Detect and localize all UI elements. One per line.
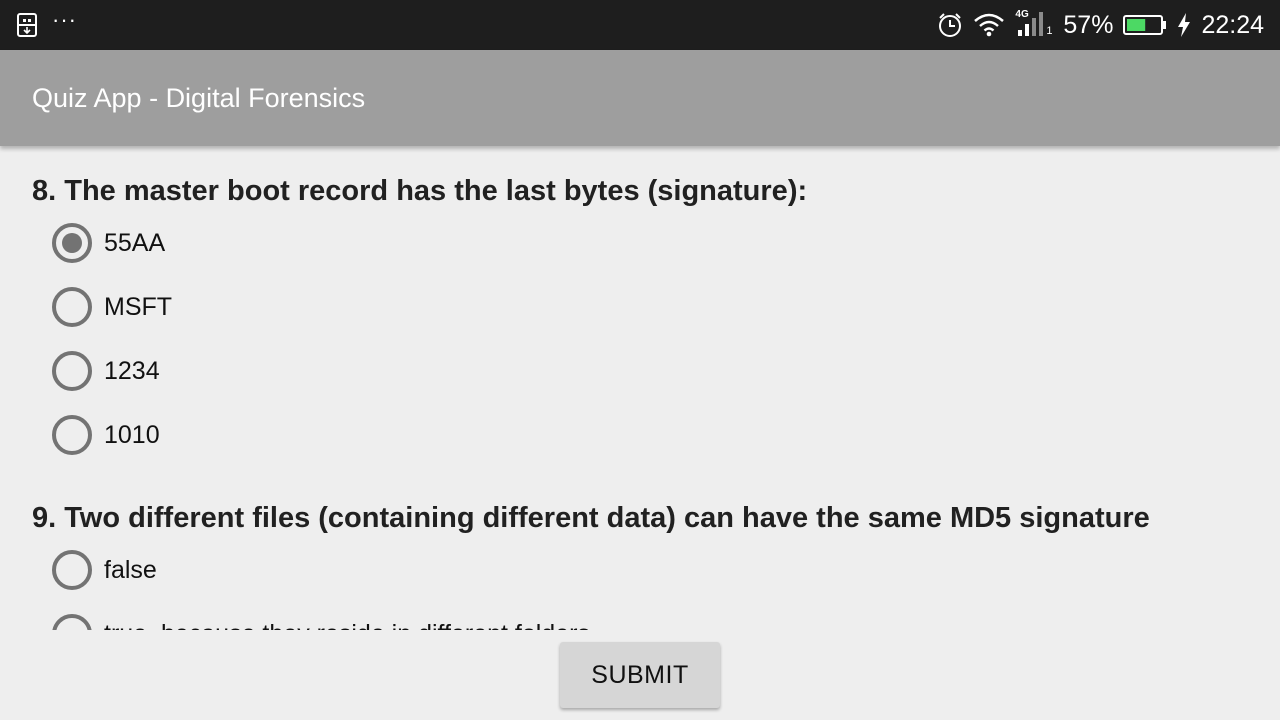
radio-button[interactable]: [52, 614, 92, 630]
clock: 22:24: [1201, 10, 1264, 39]
app-title: Quiz App - Digital Forensics: [32, 82, 366, 113]
wifi-icon: [973, 12, 1005, 38]
question-9-option-1[interactable]: false: [52, 550, 157, 590]
battery-icon: [1123, 14, 1167, 36]
radio-button[interactable]: [52, 550, 92, 590]
sim-index-label: 1: [1046, 25, 1053, 37]
alarm-icon: [937, 12, 963, 38]
question-8-option-1[interactable]: 55AA: [52, 223, 165, 263]
signal-4g-icon: 4G 1: [1015, 9, 1053, 40]
more-notifications-icon: ···: [52, 7, 77, 32]
option-label: 1234: [104, 356, 160, 385]
option-label: 1010: [104, 420, 160, 449]
question-8-option-4[interactable]: 1010: [52, 415, 160, 455]
charging-icon: [1177, 13, 1191, 37]
battery-percent: 57%: [1063, 10, 1114, 39]
status-bar-right: 4G 1 57% 22:24: [937, 9, 1264, 40]
radio-button[interactable]: [52, 351, 92, 391]
radio-button[interactable]: [52, 415, 92, 455]
question-8-text: 8. The master boot record has the last b…: [32, 175, 808, 207]
question-9-option-2[interactable]: true, because they reside in different f…: [52, 614, 590, 630]
question-9-text: 9. Two different files (containing diffe…: [32, 502, 1150, 534]
radio-button[interactable]: [52, 223, 92, 263]
question-8-option-3[interactable]: 1234: [52, 351, 160, 391]
status-bar: ··· 4G 1 57% 22:24: [0, 0, 1280, 50]
question-8-option-2[interactable]: MSFT: [52, 287, 172, 327]
status-bar-left: ···: [16, 7, 77, 38]
option-label: 55AA: [104, 228, 166, 257]
option-label: false: [104, 555, 157, 584]
app-bar: Quiz App - Digital Forensics: [0, 50, 1280, 146]
radio-button[interactable]: [52, 287, 92, 327]
option-label: MSFT: [104, 292, 173, 321]
submit-button[interactable]: SUBMIT: [560, 642, 720, 708]
quiz-content[interactable]: 8. The master boot record has the last b…: [0, 146, 1280, 630]
usb-debug-icon: [16, 12, 38, 38]
option-label: true, because they reside in different f…: [104, 620, 590, 631]
